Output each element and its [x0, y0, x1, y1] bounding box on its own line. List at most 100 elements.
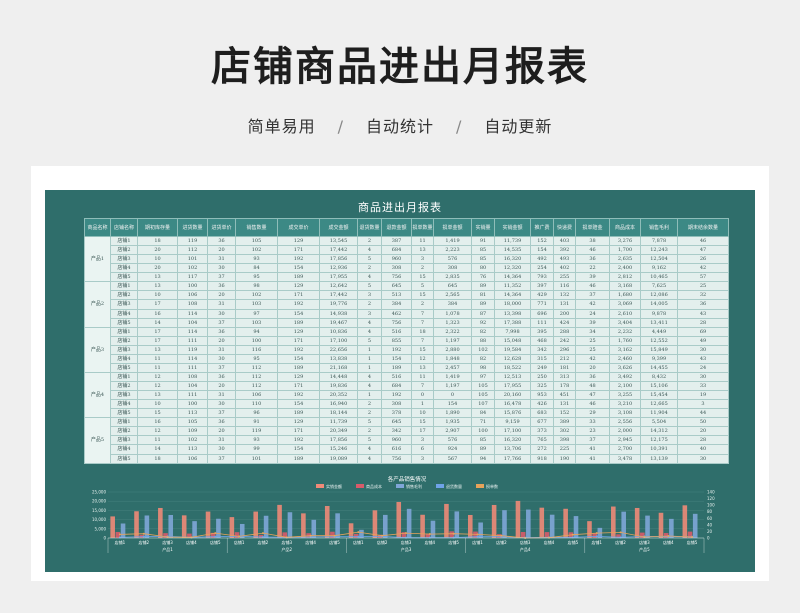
table-cell: 192: [277, 299, 320, 310]
table-cell: 3,168: [609, 281, 641, 292]
product-name-cell: 产品4: [84, 371, 111, 419]
column-header: 销售毛利: [640, 218, 678, 237]
table-cell: 20: [677, 426, 729, 437]
bar-销售毛利: [526, 509, 531, 538]
table-cell: 924: [433, 444, 472, 455]
table-cell: 9,162: [640, 263, 678, 274]
table-cell: 254: [530, 263, 554, 274]
table-cell: 店铺2: [110, 245, 138, 256]
table-cell: 39: [575, 317, 610, 328]
column-header: 商品名称: [84, 218, 111, 237]
table-cell: 516: [381, 371, 412, 383]
column-header: 实销量: [471, 218, 495, 237]
table-cell: 37: [207, 272, 236, 283]
y2-tick-label: 20: [707, 529, 713, 534]
bar-销售毛利: [287, 512, 293, 538]
table-cell: 212: [553, 353, 576, 364]
table-cell: 店铺5: [110, 453, 138, 464]
bar-销售毛利: [168, 514, 174, 538]
table-cell: 189: [277, 272, 320, 283]
table-cell: 17,442: [319, 245, 358, 256]
table-cell: 13: [411, 362, 434, 373]
table-cell: 103: [235, 299, 278, 310]
table-cell: 2: [357, 426, 382, 437]
table-cell: 106: [177, 453, 208, 464]
table-cell: 38: [575, 235, 610, 247]
table-cell: 129: [277, 417, 320, 428]
table-cell: 104: [177, 380, 208, 392]
point-损单数: [643, 536, 646, 539]
table-cell: 3,162: [609, 344, 641, 355]
table-cell: 10: [137, 290, 178, 301]
table-cell: 12,936: [319, 263, 358, 274]
table-cell: 645: [433, 281, 472, 292]
table-cell: 店铺4: [110, 263, 138, 274]
table-cell: 12,665: [640, 399, 678, 410]
table-cell: 85: [471, 254, 495, 265]
table-cell: 69: [677, 326, 729, 337]
table-cell: 15: [411, 290, 434, 301]
table-cell: 71: [471, 417, 495, 428]
table-cell: 17,856: [319, 435, 358, 446]
point-损单数: [428, 533, 431, 536]
table-cell: 18: [137, 453, 178, 464]
table-cell: 14,364: [494, 272, 531, 283]
table-cell: 29: [575, 408, 610, 419]
table-cell: 468: [530, 335, 554, 346]
point-损单数: [142, 532, 145, 535]
point-损单数: [571, 533, 574, 536]
chart-title: 各产品销售情况: [388, 475, 427, 483]
table-cell: 49: [677, 335, 729, 346]
bar-实销金额: [348, 523, 354, 538]
table-cell: 4: [357, 245, 382, 256]
table-cell: 7: [411, 308, 434, 319]
table-cell: 17: [137, 299, 178, 310]
separator: /: [337, 117, 344, 136]
point-损单数: [548, 536, 551, 539]
table-cell: 189: [277, 317, 320, 328]
x-tick-store: 店铺4: [186, 539, 197, 545]
y2-tick-label: 0: [707, 536, 710, 541]
table-row: 店铺4 10 100 30 110 154 16,940 2 308 1 154 107 16,478 4…: [85, 399, 729, 410]
table-cell: 2: [357, 263, 382, 274]
table-cell: 113: [177, 408, 208, 419]
table-cell: 4: [357, 371, 382, 383]
legend-swatch: [476, 484, 484, 488]
table-cell: 756: [381, 317, 412, 328]
table-cell: 31: [207, 390, 236, 401]
bar-实销金额: [324, 506, 330, 538]
table-cell: 918: [530, 453, 554, 464]
table-cell: 114: [177, 326, 208, 337]
table-cell: 7: [411, 380, 434, 392]
table-cell: 37: [207, 362, 236, 373]
table-cell: 384: [381, 299, 412, 310]
table-row: 店铺3 11 102 31 93 192 17,856 5 960 3 576 85 16,320 765…: [85, 435, 729, 446]
table-cell: 12: [137, 426, 178, 437]
table-cell: 46: [575, 245, 610, 256]
x-tick-product: 产品1: [162, 546, 173, 552]
table-cell: 82: [471, 326, 495, 337]
table-cell: 33: [575, 417, 610, 428]
column-header: 损单赔金: [575, 218, 610, 237]
table-cell: 103: [235, 317, 278, 328]
table-row: 店铺2 20 112 20 102 171 17,442 4 684 13 2,223 85 14,53…: [85, 245, 729, 256]
table-cell: 12: [137, 380, 178, 392]
table-cell: 1,419: [433, 371, 472, 383]
bar-实销金额: [110, 516, 115, 538]
table-cell: 12,086: [640, 290, 678, 301]
table-cell: 373: [530, 426, 554, 437]
table-cell: 9,878: [640, 308, 678, 319]
table-cell: 17: [411, 426, 434, 437]
table-cell: 17,100: [494, 426, 531, 437]
table-cell: 20: [207, 426, 236, 437]
table-cell: 13: [137, 272, 178, 283]
table-cell: 81: [471, 290, 495, 301]
table-cell: 154: [530, 245, 554, 256]
table-cell: 20: [137, 263, 178, 274]
x-tick-store: 店铺4: [305, 539, 316, 545]
table-cell: 1,848: [433, 353, 472, 364]
table-cell: 16,478: [494, 399, 531, 410]
product-name-cell: 产品3: [84, 326, 111, 373]
table-cell: 189: [277, 408, 320, 419]
point-损单数: [405, 532, 407, 535]
